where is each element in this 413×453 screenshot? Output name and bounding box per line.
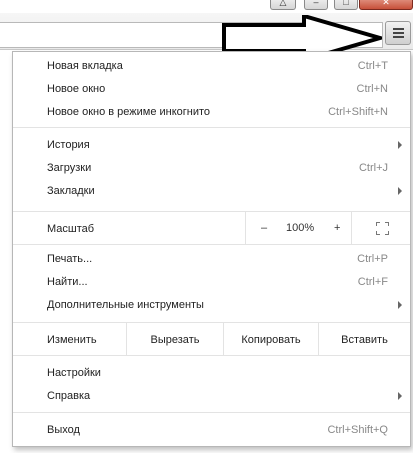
menu-item-new-window[interactable]: Новое окно Ctrl+N [13, 78, 410, 100]
menu-item-label: Закладки [47, 185, 95, 197]
menu-item-shortcut: Ctrl+Shift+Q [327, 424, 388, 436]
submenu-arrow-icon [398, 301, 402, 309]
menu-item-label: Настройки [47, 367, 101, 379]
paste-button[interactable]: Вставить [318, 323, 410, 355]
fullscreen-icon[interactable] [376, 222, 389, 235]
menu-item-shortcut: Ctrl+F [357, 276, 388, 288]
menu-item-label: Новое окно [47, 83, 106, 95]
menu-item-history[interactable]: История [13, 134, 410, 156]
menu-item-label: Справка [47, 390, 91, 402]
edit-row: Изменить Вырезать Копировать Вставить [13, 322, 410, 356]
menu-item-settings[interactable]: Настройки [13, 362, 410, 384]
copy-button[interactable]: Копировать [223, 323, 318, 355]
user-icon: △ [279, 0, 287, 7]
close-icon: ✕ [382, 0, 390, 7]
menu-item-new-tab[interactable]: Новая вкладка Ctrl+T [13, 55, 410, 77]
zoom-row: Масштаб – 100% + [13, 211, 410, 245]
menu-item-label: Выход [47, 424, 80, 436]
chrome-dropdown-menu: Новая вкладка Ctrl+T Новое окно Ctrl+N Н… [12, 51, 411, 447]
menu-item-print[interactable]: Печать... Ctrl+P [13, 248, 410, 270]
menu-item-downloads[interactable]: Загрузки Ctrl+J [13, 157, 410, 179]
zoom-out-button[interactable]: – [261, 222, 267, 234]
submenu-arrow-icon [398, 392, 402, 400]
maximize-icon: □ [343, 0, 349, 7]
menu-item-help[interactable]: Справка [13, 385, 410, 407]
submenu-arrow-icon [398, 141, 402, 149]
menu-item-label: История [47, 139, 90, 151]
menu-item-exit[interactable]: Выход Ctrl+Shift+Q [13, 419, 410, 441]
zoom-in-button[interactable]: + [334, 222, 340, 234]
menu-item-shortcut: Ctrl+P [357, 253, 388, 265]
window-titlebar: △ – □ ✕ [0, 0, 413, 13]
menu-item-label: Дополнительные инструменты [47, 299, 204, 311]
zoom-label: Масштаб [47, 223, 95, 235]
menu-item-label: Печать... [47, 253, 93, 265]
menu-item-shortcut: Ctrl+J [358, 162, 388, 174]
menu-separator [13, 127, 410, 128]
menu-item-bookmarks[interactable]: Закладки [13, 180, 410, 202]
minimize-button[interactable]: – [304, 0, 328, 10]
edit-label: Изменить [47, 334, 97, 346]
menu-item-shortcut: Ctrl+T [357, 60, 388, 72]
menu-item-incognito-window[interactable]: Новое окно в режиме инкогнито Ctrl+Shift… [13, 101, 410, 123]
menu-item-find[interactable]: Найти... Ctrl+F [13, 271, 410, 293]
profile-button[interactable]: △ [270, 0, 296, 10]
hamburger-menu-icon [393, 28, 404, 30]
menu-item-label: Новое окно в режиме инкогнито [47, 106, 211, 118]
menu-item-shortcut: Ctrl+Shift+N [328, 106, 388, 118]
menu-item-label: Новая вкладка [47, 60, 123, 72]
menu-item-label: Загрузки [47, 162, 92, 174]
chrome-menu-button[interactable] [385, 21, 411, 45]
menu-item-label: Найти... [47, 276, 88, 288]
menu-separator [13, 412, 410, 413]
cut-button[interactable]: Вырезать [126, 323, 223, 355]
menu-item-shortcut: Ctrl+N [356, 83, 388, 95]
menu-item-more-tools[interactable]: Дополнительные инструменты [13, 294, 410, 316]
zoom-level-value: 100% [286, 222, 315, 234]
submenu-arrow-icon [398, 187, 402, 195]
maximize-button[interactable]: □ [334, 0, 358, 10]
close-window-button[interactable]: ✕ [359, 0, 413, 10]
minimize-icon: – [313, 0, 319, 7]
